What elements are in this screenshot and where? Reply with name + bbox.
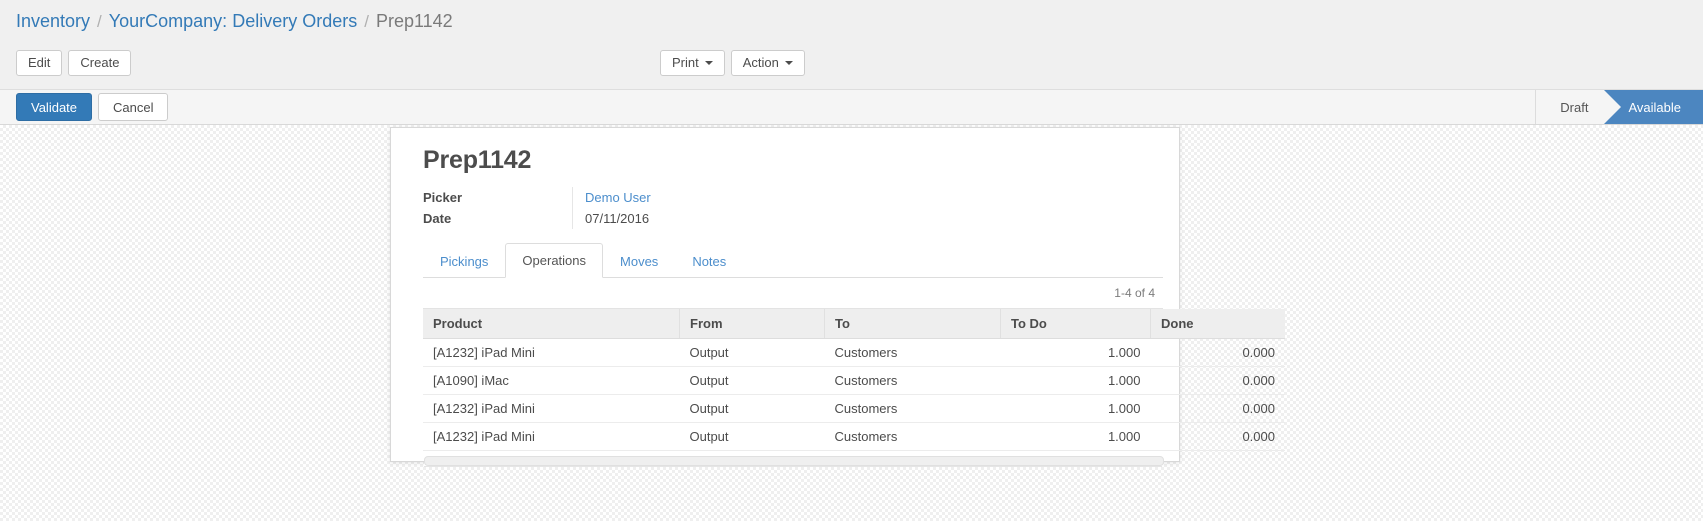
field-value-date: 07/11/2016 [573, 208, 806, 229]
control-panel: Inventory / YourCompany: Delivery Orders… [0, 0, 1703, 90]
picker-link[interactable]: Demo User [585, 190, 651, 205]
cell-from: Output [680, 366, 825, 394]
cell-from: Output [680, 422, 825, 450]
tab-notes[interactable]: Notes [675, 244, 743, 278]
field-label-picker: Picker [423, 187, 573, 208]
cell-from: Output [680, 338, 825, 366]
notebook-tabs: Pickings Operations Moves Notes [423, 243, 1163, 278]
cell-to: Customers [825, 422, 1001, 450]
cancel-button[interactable]: Cancel [98, 93, 168, 121]
cell-product: [A1232] iPad Mini [423, 338, 680, 366]
breadcrumb-separator: / [97, 12, 102, 32]
cell-to-do: 1.000 [1001, 422, 1151, 450]
cell-product: [A1232] iPad Mini [423, 394, 680, 422]
cell-done: 0.000 [1151, 394, 1286, 422]
action-label: Action [743, 56, 779, 69]
tab-moves[interactable]: Moves [603, 244, 675, 278]
cell-product: [A1090] iMac [423, 366, 680, 394]
column-header-to-do[interactable]: To Do [1001, 309, 1151, 339]
scrollbar-thumb[interactable] [424, 456, 1164, 466]
cell-to: Customers [825, 338, 1001, 366]
table-row[interactable]: [A1232] iPad Mini Output Customers 1.000… [423, 422, 1285, 450]
status-step-draft-label: Draft [1560, 100, 1588, 115]
record-title: Prep1142 [423, 146, 1163, 175]
cell-to: Customers [825, 394, 1001, 422]
operations-table: Product From To To Do Done [A1232] iPad … [423, 309, 1285, 451]
pager-row: 1-4 of 4 [423, 278, 1163, 308]
form-sheet: Prep1142 Picker Demo User Date 07/11/201… [390, 127, 1180, 462]
table-horizontal-scrollbar[interactable] [424, 455, 1162, 467]
status-step-draft[interactable]: Draft [1535, 90, 1604, 124]
print-dropdown-button[interactable]: Print [660, 50, 725, 76]
breadcrumb-item-inventory[interactable]: Inventory [16, 11, 90, 32]
validate-button[interactable]: Validate [16, 93, 92, 121]
field-value-picker: Demo User [573, 187, 806, 208]
breadcrumb-item-delivery-orders[interactable]: YourCompany: Delivery Orders [109, 11, 357, 32]
status-step-available-label: Available [1628, 100, 1681, 115]
status-bar: Validate Cancel Draft Available [0, 90, 1703, 125]
toolbar-row: Edit Create Print Action [0, 42, 1703, 89]
field-label-date: Date [423, 208, 573, 229]
field-group: Picker Demo User Date 07/11/2016 [423, 187, 805, 229]
column-header-done[interactable]: Done [1151, 309, 1286, 339]
chevron-down-icon [705, 61, 713, 65]
table-row[interactable]: [A1232] iPad Mini Output Customers 1.000… [423, 338, 1285, 366]
cell-to-do: 1.000 [1001, 394, 1151, 422]
toolbar-dropdowns: Print Action [660, 42, 811, 83]
table-row[interactable]: [A1232] iPad Mini Output Customers 1.000… [423, 394, 1285, 422]
statusbar-steps: Draft Available [1535, 90, 1703, 124]
cell-done: 0.000 [1151, 366, 1286, 394]
tab-pickings[interactable]: Pickings [423, 244, 505, 278]
breadcrumb-item-current: Prep1142 [376, 11, 453, 32]
breadcrumb-separator: / [364, 12, 369, 32]
chevron-down-icon [785, 61, 793, 65]
operations-list: Product From To To Do Done [A1232] iPad … [423, 308, 1163, 467]
action-dropdown-button[interactable]: Action [731, 50, 805, 76]
notebook: Pickings Operations Moves Notes 1-4 of 4… [423, 243, 1163, 467]
operations-table-head: Product From To To Do Done [423, 309, 1285, 339]
operations-table-body: [A1232] iPad Mini Output Customers 1.000… [423, 338, 1285, 450]
cell-product: [A1232] iPad Mini [423, 422, 680, 450]
create-button[interactable]: Create [68, 50, 131, 76]
field-row-date: Date 07/11/2016 [423, 208, 805, 229]
table-header-row: Product From To To Do Done [423, 309, 1285, 339]
cell-to-do: 1.000 [1001, 366, 1151, 394]
breadcrumb: Inventory / YourCompany: Delivery Orders… [16, 11, 453, 32]
cell-to: Customers [825, 366, 1001, 394]
breadcrumb-row: Inventory / YourCompany: Delivery Orders… [0, 0, 1703, 42]
print-label: Print [672, 56, 699, 69]
field-row-picker: Picker Demo User [423, 187, 805, 208]
cell-done: 0.000 [1151, 422, 1286, 450]
column-header-product[interactable]: Product [423, 309, 680, 339]
table-row[interactable]: [A1090] iMac Output Customers 1.000 0.00… [423, 366, 1285, 394]
column-header-from[interactable]: From [680, 309, 825, 339]
form-view: Prep1142 Picker Demo User Date 07/11/201… [0, 125, 1703, 521]
cell-done: 0.000 [1151, 338, 1286, 366]
cell-from: Output [680, 394, 825, 422]
column-header-to[interactable]: To [825, 309, 1001, 339]
pager-counter[interactable]: 1-4 of 4 [1114, 286, 1155, 300]
edit-button[interactable]: Edit [16, 50, 62, 76]
tab-operations[interactable]: Operations [505, 243, 603, 278]
cell-to-do: 1.000 [1001, 338, 1151, 366]
